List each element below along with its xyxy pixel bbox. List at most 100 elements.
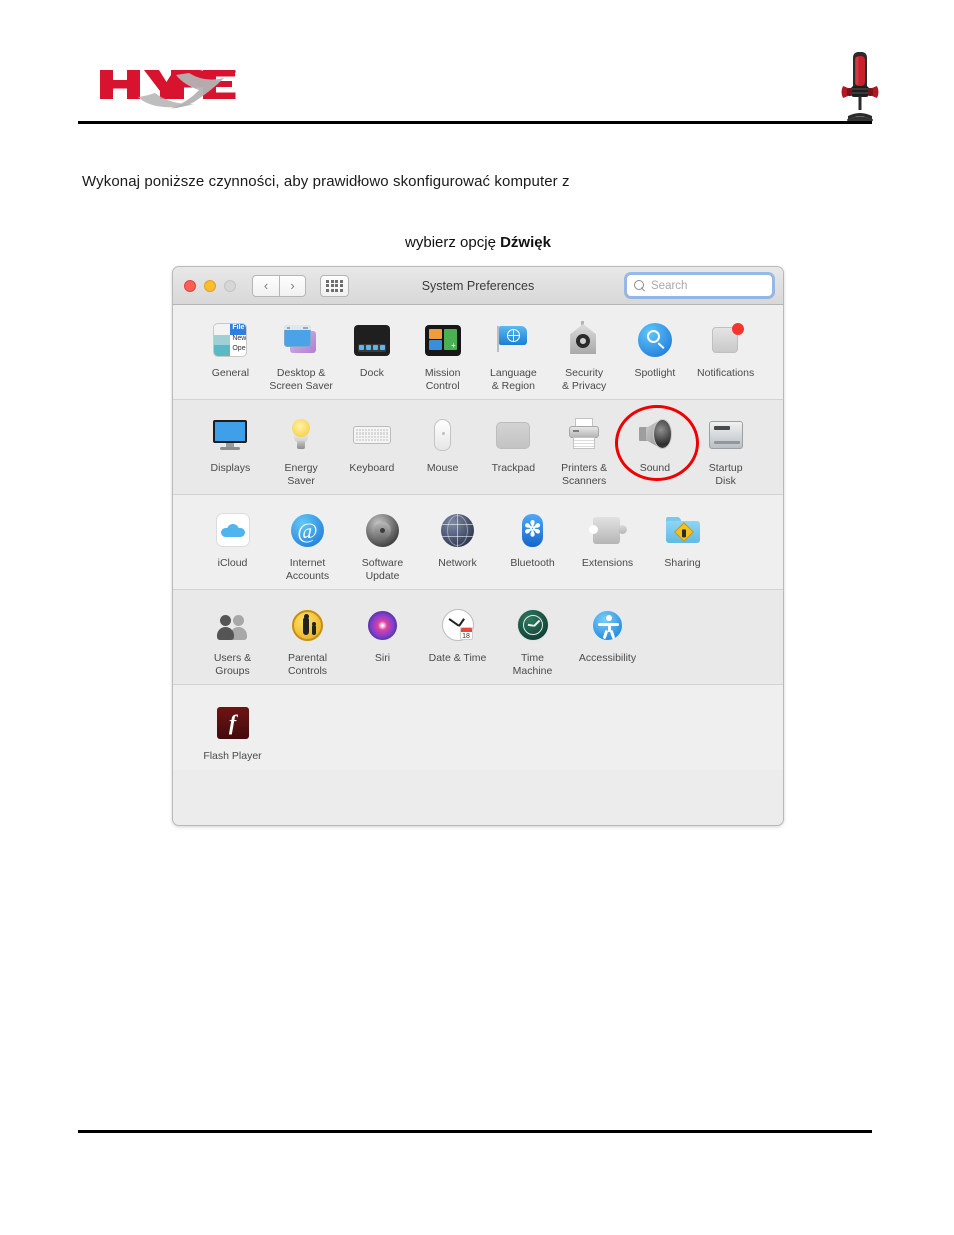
pref-item-siri[interactable]: Siri [345, 603, 420, 677]
show-all-button[interactable] [320, 274, 349, 297]
pref-label: Trackpad [491, 462, 536, 474]
pref-label: General [211, 367, 250, 379]
navigation-buttons: ‹ › [252, 274, 306, 297]
pref-item-security-privacy[interactable]: Security & Privacy [549, 318, 620, 392]
pref-item-extensions[interactable]: Extensions [570, 508, 645, 582]
search-field[interactable]: Search [626, 274, 773, 297]
pref-item-internet-accounts[interactable]: @ Internet Accounts [270, 508, 345, 582]
pref-item-sharing[interactable]: Sharing [645, 508, 720, 582]
zoom-button[interactable] [224, 279, 236, 292]
pref-item-mouse[interactable]: Mouse [407, 413, 478, 487]
pref-label: Date & Time [428, 652, 487, 664]
pref-item-language-region[interactable]: Language & Region [478, 318, 549, 392]
pref-label: Internet Accounts [285, 557, 330, 582]
preferences-row: iCloud @ Internet Accounts Software Upda… [173, 495, 783, 590]
minimize-button[interactable] [204, 279, 216, 292]
software-update-icon [361, 508, 405, 552]
search-icon [634, 279, 646, 292]
parental-controls-icon [286, 603, 330, 647]
pref-item-energy-saver[interactable]: Energy Saver [266, 413, 337, 487]
pref-item-startup-disk[interactable]: Startup Disk [690, 413, 761, 487]
forward-button[interactable]: › [279, 274, 306, 297]
traffic-light-group [184, 279, 236, 292]
trackpad-icon [491, 413, 535, 457]
pref-label: Sound [639, 462, 671, 474]
pref-item-flash-player[interactable]: f Flash Player [195, 701, 270, 763]
sharing-icon [661, 508, 705, 552]
preferences-row: Displays Energy Saver Keyboard Mouse Tra… [173, 400, 783, 495]
bluetooth-icon: ✼ [511, 508, 555, 552]
pref-item-spotlight[interactable]: Spotlight [620, 318, 691, 392]
users-groups-icon [211, 603, 255, 647]
pref-label: Sharing [664, 557, 701, 569]
pref-item-network[interactable]: Network [420, 508, 495, 582]
flash-player-icon: f [211, 701, 255, 745]
pref-item-icloud[interactable]: iCloud [195, 508, 270, 582]
startup-disk-icon [704, 413, 748, 457]
close-button[interactable] [184, 279, 196, 292]
flash-glyph: f [228, 710, 237, 735]
pref-item-date-time[interactable]: 18 Date & Time [420, 603, 495, 677]
pref-label: Startup Disk [708, 462, 743, 487]
pref-item-sound[interactable]: Sound [614, 405, 699, 487]
header-rule [78, 121, 872, 124]
window-titlebar: ‹ › System Preferences Search [173, 267, 783, 305]
preferences-row: f Flash Player [173, 685, 783, 770]
pref-label: Keyboard [349, 462, 395, 474]
pref-item-general[interactable]: File New Ope General [195, 318, 266, 392]
pref-item-dock[interactable]: Dock [337, 318, 408, 392]
language-region-icon [491, 318, 535, 362]
pref-item-trackpad[interactable]: Trackpad [478, 413, 549, 487]
chevron-right-icon: › [290, 278, 295, 293]
caption-emphasis: Dźwięk [500, 234, 551, 251]
pref-item-keyboard[interactable]: Keyboard [337, 413, 408, 487]
sound-icon [633, 413, 677, 457]
icloud-icon [211, 508, 255, 552]
accessibility-icon [586, 603, 630, 647]
pref-item-accessibility[interactable]: Accessibility [570, 603, 645, 677]
at-glyph: @ [291, 513, 324, 547]
pref-item-parental-controls[interactable]: Parental Controls [270, 603, 345, 677]
figure-caption: wybierz opcję Dźwięk [172, 234, 784, 251]
pref-item-printers-scanners[interactable]: Printers & Scanners [549, 413, 620, 487]
preferences-row: Users & Groups Parental Controls Siri 18… [173, 590, 783, 685]
pref-label: Mission Control [424, 367, 461, 392]
pref-label: Software Update [361, 557, 404, 582]
pref-item-mission-control[interactable]: Mission Control [407, 318, 478, 392]
pref-label: Parental Controls [287, 652, 328, 677]
pref-item-software-update[interactable]: Software Update [345, 508, 420, 582]
pref-item-users-groups[interactable]: Users & Groups [195, 603, 270, 677]
pref-item-bluetooth[interactable]: ✼ Bluetooth [495, 508, 570, 582]
pref-label: Mouse [426, 462, 459, 474]
intro-paragraph: Wykonaj poniższe czynności, aby prawidło… [82, 173, 570, 190]
system-preferences-window[interactable]: ‹ › System Preferences Search File New O… [172, 266, 784, 826]
back-button[interactable]: ‹ [252, 274, 279, 297]
internet-accounts-icon: @ [286, 508, 330, 552]
pref-label: Language & Region [490, 367, 537, 392]
notifications-icon [704, 318, 748, 362]
search-input[interactable]: Search [651, 280, 687, 292]
security-privacy-icon [562, 318, 606, 362]
pref-item-notifications[interactable]: Notifications [690, 318, 761, 392]
grid-icon [326, 279, 343, 292]
pref-label: Users & Groups [213, 652, 252, 677]
page-header: ™ [0, 0, 954, 130]
pref-label: Accessibility [578, 652, 637, 664]
bluetooth-glyph: ✼ [523, 517, 542, 541]
pref-label: Siri [374, 652, 391, 664]
pref-item-time-machine[interactable]: Time Machine [495, 603, 570, 677]
chevron-left-icon: ‹ [263, 278, 269, 293]
pref-label: Bluetooth [510, 557, 555, 569]
pref-label: Security & Privacy [561, 367, 607, 392]
spotlight-icon [633, 318, 677, 362]
pref-item-desktop-screensaver[interactable]: Desktop & Screen Saver [266, 318, 337, 392]
printers-scanners-icon [562, 413, 606, 457]
dock-icon [350, 318, 394, 362]
pref-label: Printers & Scanners [561, 462, 608, 487]
general-tile-file: File [230, 324, 247, 335]
mouse-icon [421, 413, 465, 457]
siri-icon [361, 603, 405, 647]
pref-label: Extensions [581, 557, 634, 569]
pref-label: Notifications [697, 367, 755, 379]
pref-item-displays[interactable]: Displays [195, 413, 266, 487]
